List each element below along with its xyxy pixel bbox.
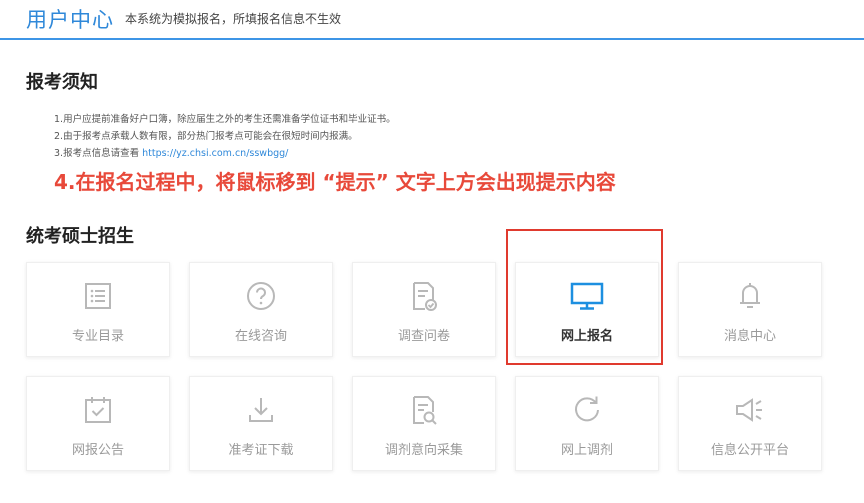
card-adjustment-intent[interactable]: 调剂意向采集 bbox=[352, 376, 496, 471]
card-online-adjustment[interactable]: 网上调剂 bbox=[515, 376, 659, 471]
notice-line-2: 2.由于报考点承载人数有限，部分热门报考点可能会在很短时间内报满。 bbox=[54, 131, 358, 142]
annotation-red-box bbox=[506, 229, 663, 365]
calendar-icon bbox=[81, 393, 115, 427]
brand-title[interactable]: 用户中心 bbox=[26, 4, 114, 34]
question-icon bbox=[244, 279, 278, 313]
card-label: 专业目录 bbox=[71, 329, 124, 344]
card-label: 消息中心 bbox=[723, 329, 776, 344]
notice-line-3-prefix: 3.报考点信息请查看 bbox=[54, 148, 140, 159]
card-label: 准考证下载 bbox=[228, 443, 294, 458]
card-label: 网报公告 bbox=[71, 443, 124, 458]
notice-line-3: 3.报考点信息请查看 https://yz.chsi.com.cn/sswbgg… bbox=[54, 145, 288, 159]
list-icon bbox=[81, 279, 115, 313]
download-icon bbox=[244, 393, 278, 427]
card-admission-ticket[interactable]: 准考证下载 bbox=[189, 376, 333, 471]
card-label: 信息公开平台 bbox=[710, 443, 789, 458]
bell-icon bbox=[733, 279, 767, 313]
search-doc-icon bbox=[407, 393, 441, 427]
notice-link[interactable]: https://yz.chsi.com.cn/sswbgg/ bbox=[142, 148, 288, 159]
megaphone-icon bbox=[733, 393, 767, 427]
notice-title: 报考须知 bbox=[26, 72, 98, 93]
card-major-catalog[interactable]: 专业目录 bbox=[26, 262, 170, 357]
card-online-consult[interactable]: 在线咨询 bbox=[189, 262, 333, 357]
card-label: 调剂意向采集 bbox=[384, 443, 463, 458]
card-message-center[interactable]: 消息中心 bbox=[678, 262, 822, 357]
exam-section-title: 统考硕士招生 bbox=[26, 226, 134, 247]
card-label: 调查问卷 bbox=[397, 329, 450, 344]
refresh-icon bbox=[570, 393, 604, 427]
card-announcement[interactable]: 网报公告 bbox=[26, 376, 170, 471]
card-survey[interactable]: 调查问卷 bbox=[352, 262, 496, 357]
survey-icon bbox=[407, 279, 441, 313]
notice-line-1: 1.用户应提前准备好户口簿，除应届生之外的考生还需准备学位证书和毕业证书。 bbox=[54, 114, 396, 125]
card-label: 在线咨询 bbox=[234, 329, 287, 344]
header-subtitle: 本系统为模拟报名，所填报名信息不生效 bbox=[125, 12, 342, 26]
card-info-platform[interactable]: 信息公开平台 bbox=[678, 376, 822, 471]
card-label: 网上调剂 bbox=[560, 443, 613, 458]
highlight-instruction: 4.在报名过程中，将鼠标移到 “提示” 文字上方会出现提示内容 bbox=[54, 170, 616, 194]
header-bar: 用户中心 本系统为模拟报名，所填报名信息不生效 bbox=[0, 0, 864, 40]
